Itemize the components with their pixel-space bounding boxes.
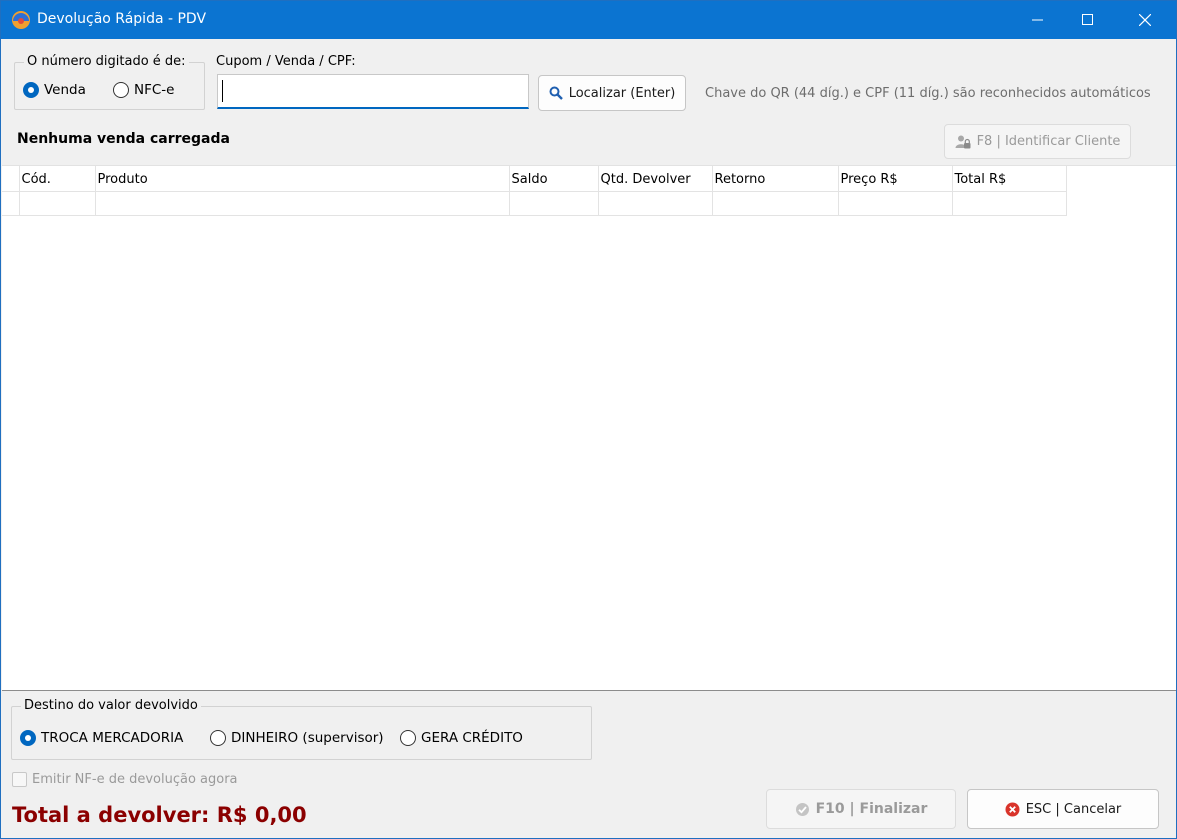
sale-status: Nenhuma venda carregada [17, 131, 230, 147]
minimize-button[interactable] [1015, 1, 1061, 39]
radio-dinheiro-indicator [210, 730, 226, 746]
localizar-button[interactable]: Localizar (Enter) [538, 75, 686, 111]
col-header-total[interactable]: Total R$ [952, 166, 1067, 192]
search-label: Cupom / Venda / CPF: [216, 54, 356, 69]
emit-nfe-checkbox-box [12, 772, 27, 787]
radio-venda-label: Venda [44, 82, 86, 98]
grid-cell[interactable] [712, 191, 839, 216]
radio-venda[interactable]: Venda [23, 80, 86, 100]
total-to-return: Total a devolver: R$ 0,00 [12, 803, 307, 827]
finalize-button-label: F10 | Finalizar [815, 801, 928, 817]
grid-cell[interactable] [838, 191, 953, 216]
emit-nfe-label: Emitir NF-e de devolução agora [32, 772, 238, 787]
grid-cell[interactable] [509, 191, 599, 216]
table-row[interactable] [2, 191, 1067, 216]
col-header-produto[interactable]: Produto [95, 166, 510, 192]
search-type-legend: O número digitado é de: [24, 54, 189, 69]
destination-legend: Destino do valor devolvido [21, 698, 201, 713]
devolucao-window: Devolução Rápida - PDV O número digitado… [0, 0, 1177, 839]
grid-cell[interactable] [19, 191, 96, 216]
radio-dinheiro[interactable]: DINHEIRO (supervisor) [210, 728, 384, 748]
close-button[interactable] [1122, 1, 1168, 39]
grid-cell[interactable] [598, 191, 713, 216]
localizar-button-label: Localizar (Enter) [568, 85, 676, 101]
cancel-circle-icon [1005, 802, 1020, 816]
title-bar[interactable]: Devolução Rápida - PDV [1, 1, 1176, 39]
radio-venda-indicator [23, 82, 39, 98]
identify-client-button[interactable]: F8 | Identificar Cliente [944, 124, 1131, 159]
col-header-preco[interactable]: Preço R$ [838, 166, 953, 192]
grid-cell[interactable] [952, 191, 1067, 216]
minimize-icon [1032, 19, 1043, 21]
radio-credito-label: GERA CRÉDITO [421, 730, 523, 746]
grid-row-selector-header [2, 166, 20, 192]
items-table: Cód. Produto Saldo Qtd. Devolver Retorno… [2, 166, 1067, 216]
grid-cell[interactable] [95, 191, 510, 216]
search-input[interactable] [217, 74, 529, 109]
radio-credito-indicator [400, 730, 416, 746]
close-icon [1139, 14, 1151, 26]
window-title: Devolução Rápida - PDV [37, 11, 207, 27]
col-header-codigo[interactable]: Cód. [19, 166, 96, 192]
search-icon [549, 86, 563, 100]
maximize-icon [1082, 14, 1093, 25]
identify-client-label: F8 | Identificar Cliente [976, 134, 1121, 149]
col-header-retorno[interactable]: Retorno [712, 166, 839, 192]
cancel-button-label: ESC | Cancelar [1025, 801, 1122, 817]
radio-troca-mercadoria[interactable]: TROCA MERCADORIA [20, 728, 183, 748]
radio-troca-label: TROCA MERCADORIA [41, 730, 184, 746]
radio-nfce-indicator [113, 82, 129, 98]
text-caret [222, 80, 223, 102]
maximize-button[interactable] [1065, 1, 1111, 39]
items-grid[interactable]: Cód. Produto Saldo Qtd. Devolver Retorno… [2, 165, 1176, 691]
col-header-qtd-devolver[interactable]: Qtd. Devolver [598, 166, 713, 192]
radio-dinheiro-label: DINHEIRO (supervisor) [231, 730, 384, 746]
col-header-saldo[interactable]: Saldo [509, 166, 599, 192]
check-circle-icon [795, 802, 809, 816]
radio-gera-credito[interactable]: GERA CRÉDITO [400, 728, 523, 748]
row-selector-cell[interactable] [2, 191, 20, 216]
radio-troca-indicator [20, 730, 36, 746]
finalize-button[interactable]: F10 | Finalizar [766, 789, 956, 829]
user-lock-icon [955, 135, 971, 148]
app-logo-icon [12, 11, 30, 29]
cancel-button[interactable]: ESC | Cancelar [967, 789, 1159, 829]
radio-nfce-label: NFC-e [134, 82, 175, 98]
radio-nfce[interactable]: NFC-e [113, 80, 174, 100]
emit-nfe-checkbox[interactable]: Emitir NF-e de devolução agora [12, 772, 238, 787]
grid-header-row: Cód. Produto Saldo Qtd. Devolver Retorno… [2, 166, 1067, 192]
search-hint: Chave do QR (44 díg.) e CPF (11 díg.) sã… [705, 86, 1151, 101]
